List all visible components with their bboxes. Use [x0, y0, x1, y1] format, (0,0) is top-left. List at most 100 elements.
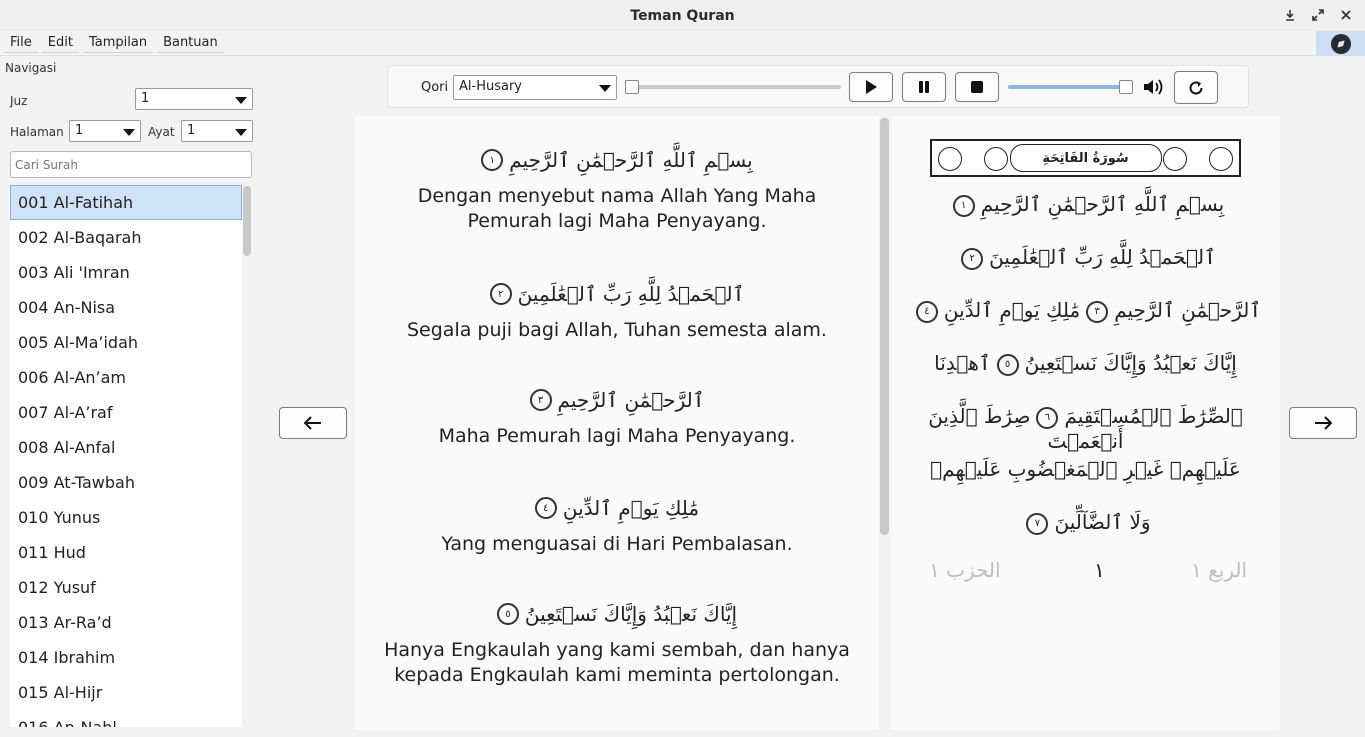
ayah-number-marker: ١ [952, 194, 975, 217]
footer-page-number: ١ [1094, 558, 1105, 582]
juz-select[interactable]: 1 [135, 88, 253, 110]
ayah-block: ٱلۡحَمۡدُ لِلَّهِ رَبِّ ٱلۡعَٰلَمِينَ ٢ Se… [355, 282, 879, 343]
ayat-select[interactable]: 1 [181, 120, 253, 142]
ayah-translation: Yang menguasai di Hari Pembalasan. [441, 533, 793, 555]
ayah-number-marker: ٤ [534, 497, 557, 519]
mushaf-line: إِيَّاكَ نَعۡبُدُ وَإِيَّاكَ نَسۡتَعِينُ… [891, 351, 1280, 376]
menu-bantuan[interactable]: Bantuan [157, 33, 224, 53]
surah-list-item[interactable]: 004 An-Nisa [10, 290, 242, 325]
ayah-number-marker: ٦ [1036, 406, 1059, 429]
close-icon[interactable] [1335, 5, 1357, 25]
surah-header-name: سُورَةُ الفَاتِحَةِ [1009, 144, 1162, 172]
ayah-number-marker: ٥ [496, 603, 519, 625]
ayah-block: ٱلرَّحۡمَٰنِ ٱلرَّحِيمِ ٣ Maha Pemurah lag… [355, 388, 879, 449]
pause-icon [919, 81, 929, 93]
surah-list-item[interactable]: 007 Al-A’raf [10, 395, 242, 430]
surah-list-item[interactable]: 015 Al-Hijr [10, 675, 242, 710]
qori-label: Qori [421, 80, 449, 95]
surah-list: 001 Al-Fatihah 002 Al-Baqarah 003 Ali 'Imr… [10, 185, 242, 727]
arrow-right-icon [1315, 416, 1332, 430]
mushaf-line: عَلَيۡهِمۡ غَيۡرِ ٱلۡمَغۡضُوبِ عَلَيۡهِم… [891, 457, 1280, 481]
menu-file[interactable]: File [4, 33, 38, 53]
volume-icon[interactable] [1142, 78, 1164, 100]
previous-page-button[interactable] [279, 407, 347, 439]
ayah-number-marker: ٤ [915, 300, 938, 323]
ornament-icon [1163, 147, 1187, 171]
ornament-icon [1209, 147, 1233, 171]
surah-list-item[interactable]: 016 An-Nahl [10, 710, 242, 727]
surah-header-frame: سُورَةُ الفَاتِحَةِ [930, 139, 1241, 177]
minimize-icon[interactable] [1279, 5, 1301, 25]
ayah-translation: Hanya Engkaulah yang kami sembah, dan ha… [384, 639, 850, 686]
surah-list-scrollbar[interactable] [242, 185, 252, 727]
stop-icon [971, 81, 983, 93]
mushaf-line-text: مَٰلِكِ يَوۡمِ ٱلدِّينِ [943, 298, 1081, 322]
footer-hizb: الحزب ١ [929, 558, 1001, 582]
translation-panel: بِسۡمِ ٱللَّهِ ٱلرَّحۡمَٰنِ ٱلرَّحِيمِ ١ D… [355, 116, 879, 730]
ayah-arabic-text: بِسۡمِ ٱللَّهِ ٱلرَّحۡمَٰنِ ٱلرَّحِيمِ [509, 148, 753, 172]
play-button[interactable] [849, 72, 893, 102]
ayah-block: إِيَّاكَ نَعۡبُدُ وَإِيَّاكَ نَسۡتَعِينُ… [355, 602, 879, 688]
menu-edit[interactable]: Edit [41, 33, 79, 53]
ornament-icon [984, 147, 1008, 171]
ayah-number-marker: ٧ [1026, 512, 1049, 535]
search-surah-input[interactable] [10, 151, 252, 178]
ayah-number-marker: ٢ [961, 247, 984, 270]
progress-slider[interactable] [628, 85, 841, 89]
ayat-label: Ayat [148, 125, 175, 139]
ayah-arabic-text: ٱلرَّحۡمَٰنِ ٱلرَّحِيمِ [557, 388, 705, 412]
surah-list-scroll-thumb[interactable] [243, 186, 251, 256]
mushaf-line: وَلَا ٱلضَّآلِّينَ٧ [891, 510, 1280, 535]
ayah-arabic-text: ٱلۡحَمۡدُ لِلَّهِ رَبِّ ٱلۡعَٰلَمِينَ [517, 282, 745, 306]
ayah-number-marker: ٥ [996, 353, 1019, 376]
ayah-arabic: مَٰلِكِ يَوۡمِ ٱلدِّينِ ٤ [534, 496, 699, 520]
ayah-arabic: إِيَّاكَ نَعۡبُدُ وَإِيَّاكَ نَسۡتَعِينُ… [496, 602, 738, 626]
surah-list-item[interactable]: 001 Al-Fatihah [10, 185, 242, 220]
chevron-down-icon [123, 129, 135, 136]
progress-slider-handle[interactable] [625, 80, 639, 94]
ayah-number-marker: ١ [481, 149, 504, 171]
reload-icon [1189, 80, 1203, 95]
surah-list-item[interactable]: 013 Ar-Ra’d [10, 605, 242, 640]
maximize-icon[interactable] [1307, 5, 1329, 25]
qori-select[interactable]: Al-Husary [453, 75, 617, 100]
stop-button[interactable] [955, 72, 999, 102]
volume-slider-handle[interactable] [1119, 80, 1133, 94]
surah-list-item[interactable]: 014 Ibrahim [10, 640, 242, 675]
next-page-button[interactable] [1289, 407, 1357, 439]
mushaf-line: ٱلۡحَمۡدُ لِلَّهِ رَبِّ ٱلۡعَٰلَمِينَ٢ [891, 245, 1280, 270]
halaman-select[interactable]: 1 [69, 120, 141, 142]
chevron-down-icon [599, 85, 611, 92]
surah-list-item[interactable]: 008 Al-Anfal [10, 430, 242, 465]
surah-list-item[interactable]: 012 Yusuf [10, 570, 242, 605]
surah-list-item[interactable]: 006 Al-An’am [10, 360, 242, 395]
ayah-translation: Segala puji bagi Allah, Tuhan semesta al… [407, 319, 827, 341]
ayah-arabic: بِسۡمِ ٱللَّهِ ٱلرَّحۡمَٰنِ ٱلرَّحِيمِ ١ [481, 148, 753, 172]
surah-list-item[interactable]: 010 Yunus [10, 500, 242, 535]
surah-list-item[interactable]: 005 Al-Ma’idah [10, 325, 242, 360]
surah-list-item[interactable]: 011 Hud [10, 535, 242, 570]
surah-list-item[interactable]: 002 Al-Baqarah [10, 220, 242, 255]
volume-slider[interactable] [1008, 85, 1124, 89]
arrow-left-icon [304, 416, 321, 430]
compass-button[interactable] [1316, 31, 1365, 56]
mushaf-line-text: ٱهۡدِنَا [934, 351, 991, 375]
surah-list-item[interactable]: 009 At-Tawbah [10, 465, 242, 500]
mushaf-line-text: وَلَا ٱلضَّآلِّينَ [1054, 510, 1151, 534]
play-icon [866, 80, 877, 94]
ayat-value: 1 [187, 123, 196, 138]
mushaf-line: بِسۡمِ ٱللَّهِ ٱلرَّحۡمَٰنِ ٱلرَّحِيمِ١ [891, 192, 1280, 217]
navigation-title: Navigasi [5, 61, 57, 75]
ayah-arabic-text: إِيَّاكَ نَعۡبُدُ وَإِيَّاكَ نَسۡتَعِينُ [524, 602, 738, 626]
menu-bar: File Edit Tampilan Bantuan [0, 31, 1365, 56]
surah-list-item[interactable]: 003 Ali 'Imran [10, 255, 242, 290]
mushaf-panel: سُورَةُ الفَاتِحَةِ بِسۡمِ ٱللَّهِ ٱلرَّ… [891, 116, 1280, 730]
ayah-arabic: ٱلۡحَمۡدُ لِلَّهِ رَبِّ ٱلۡعَٰلَمِينَ ٢ [489, 282, 745, 306]
repeat-button[interactable] [1174, 71, 1218, 104]
menu-tampilan[interactable]: Tampilan [82, 33, 154, 53]
translation-scrollbar[interactable] [880, 118, 889, 535]
ayah-block: بِسۡمِ ٱللَّهِ ٱلرَّحۡمَٰنِ ٱلرَّحِيمِ ١ D… [355, 148, 879, 234]
pause-button[interactable] [902, 72, 946, 102]
mushaf-line-text: ٱلرَّحۡمَٰنِ ٱلرَّحِيمِ [1114, 298, 1262, 322]
qori-value: Al-Husary [459, 79, 522, 94]
